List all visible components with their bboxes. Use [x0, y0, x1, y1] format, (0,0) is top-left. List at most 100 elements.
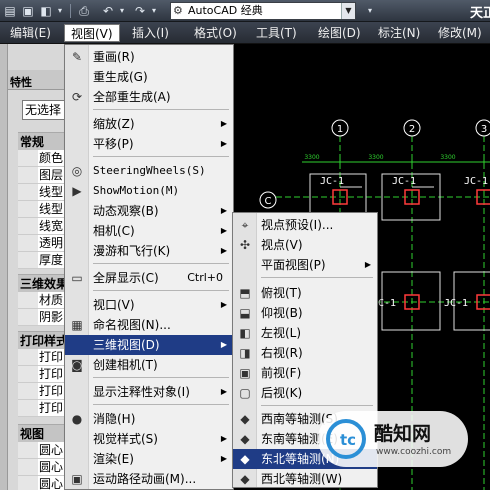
menu-right-view[interactable]: ◨ 右视(R): [233, 343, 377, 363]
menu-motion-path[interactable]: ▣ 运动路径动画(M)...: [65, 469, 233, 489]
front-view-icon: ▣: [239, 366, 251, 380]
chevron-down-icon[interactable]: ▼: [341, 3, 355, 19]
app-title: 天正: [470, 6, 490, 21]
menu-bar: 编辑(E) 视图(V) 插入(I) 格式(O) 工具(T) 绘图(D) 标注(N…: [0, 22, 490, 44]
open-icon[interactable]: ▤: [2, 3, 18, 19]
menu-viewports[interactable]: 视口(V) ▶: [65, 295, 233, 315]
menu-create-camera[interactable]: ◙ 创建相机(T): [65, 355, 233, 375]
menu-fullscreen[interactable]: ▭ 全屏显示(C) Ctrl+0: [65, 268, 233, 288]
menu-tools[interactable]: 工具(T): [250, 24, 303, 42]
dim-text-1: 3300: [368, 154, 383, 161]
menu-pan[interactable]: 平移(P) ▶: [65, 134, 233, 154]
menu-draw[interactable]: 绘图(D): [312, 24, 367, 42]
customize-dropdown-icon[interactable]: ▾: [362, 3, 378, 19]
submenu-arrow-icon: ▶: [220, 206, 227, 215]
viewpoint-icon: ✣: [239, 238, 251, 252]
menu-render[interactable]: 渲染(E) ▶: [65, 449, 233, 469]
footing-label-1: JC-1: [320, 176, 344, 187]
palette-title: 特性: [10, 76, 32, 89]
menu-viewpoint-presets[interactable]: ⌖ 视点预设(I)...: [233, 215, 377, 235]
properties-palette: 特性 无选择 常规 颜色 图层 线型 线型 线宽 透明 厚度 三维效果 材质 阴…: [0, 44, 72, 490]
menu-view[interactable]: 视图(V): [64, 24, 120, 42]
footing-label-2: JC-1: [392, 176, 416, 187]
menu-redraw[interactable]: ✎ 重画(R): [65, 47, 233, 67]
submenu-arrow-icon: ▶: [220, 246, 227, 255]
submenu-arrow-icon: ▶: [220, 119, 227, 128]
redo-dropdown-icon[interactable]: ▾: [146, 3, 162, 19]
menu-regen[interactable]: 重生成(G): [65, 67, 233, 87]
coozhi-logo-icon: tc: [326, 419, 366, 459]
menu-visual-styles[interactable]: 视觉样式(S) ▶: [65, 429, 233, 449]
ne-iso-icon: ◆: [240, 452, 250, 466]
se-iso-icon: ◆: [240, 432, 250, 446]
undo-dropdown-icon[interactable]: ▾: [114, 3, 130, 19]
axis-label-1: 1: [337, 124, 343, 135]
title-bar: ▤ ▣ ◧ ▾ ⎙ ↶ ▾ ↷ ▾ ⚙ AutoCAD 经典 ▼ ▾ 天正: [0, 0, 490, 22]
fullscreen-icon: ▭: [71, 271, 83, 285]
submenu-arrow-icon: ▶: [220, 387, 227, 396]
steering-wheel-icon: ◎: [71, 164, 83, 178]
menu-steeringwheels[interactable]: ◎ SteeringWheels(S): [65, 161, 233, 181]
menu-zoom[interactable]: 缩放(Z) ▶: [65, 114, 233, 134]
viewpoint-preset-icon: ⌖: [241, 218, 249, 232]
menu-insert[interactable]: 插入(I): [126, 24, 175, 42]
menu-regen-all[interactable]: ⟳ 全部重生成(A): [65, 87, 233, 107]
dim-text-2: 3300: [440, 154, 455, 161]
submenu-arrow-icon: ▶: [364, 260, 371, 269]
save-icon[interactable]: ▣: [20, 3, 36, 19]
dim-text-3: 3300: [304, 154, 319, 161]
named-view-icon: ▦: [71, 318, 83, 332]
axis-label-2: 2: [409, 124, 415, 135]
menu-edit[interactable]: 编辑(E): [4, 24, 57, 42]
submenu-arrow-icon: ▶: [220, 300, 227, 309]
menu-viewpoint[interactable]: ✣ 视点(V): [233, 235, 377, 255]
menu-modify[interactable]: 修改(M): [432, 24, 488, 42]
footing-label-5: JC-1: [464, 176, 488, 187]
menu-camera[interactable]: 相机(C) ▶: [65, 221, 233, 241]
menu-back-view[interactable]: ▢ 后视(K): [233, 383, 377, 403]
menu-named-views[interactable]: ▦ 命名视图(N)...: [65, 315, 233, 335]
left-view-icon: ◧: [239, 326, 251, 340]
menu-walk-fly[interactable]: 漫游和飞行(K) ▶: [65, 241, 233, 261]
right-view-icon: ◨: [239, 346, 251, 360]
menu-dimension[interactable]: 标注(N): [372, 24, 426, 42]
print-icon[interactable]: ⎙: [76, 3, 92, 19]
axis-label-3: 3: [481, 124, 487, 135]
nw-iso-icon: ◆: [240, 472, 250, 486]
view-menu: ✎ 重画(R) 重生成(G) ⟳ 全部重生成(A) 缩放(Z) ▶ 平移(P) ▶ ◎ S…: [64, 44, 234, 490]
watermark-text: 酷知网: [374, 423, 432, 445]
menu-orbit[interactable]: 动态观察(B) ▶: [65, 201, 233, 221]
gear-icon: ⚙: [173, 4, 183, 17]
menu-top-view[interactable]: ⬒ 俯视(T): [233, 283, 377, 303]
submenu-arrow-icon: ▶: [220, 226, 227, 235]
workspace-select[interactable]: ⚙ AutoCAD 经典 ▼: [170, 2, 356, 20]
menu-left-view[interactable]: ◧ 左视(L): [233, 323, 377, 343]
redraw-icon: ✎: [71, 50, 83, 64]
submenu-arrow-icon: ▶: [220, 340, 227, 349]
menu-3d-views[interactable]: 三维视图(D) ▶: [65, 335, 233, 355]
menu-nw-isometric[interactable]: ◆ 西北等轴测(W): [233, 469, 377, 489]
hide-icon: ●: [71, 412, 83, 426]
camera-icon: ◙: [71, 358, 83, 372]
top-view-icon: ⬒: [239, 286, 251, 300]
bottom-view-icon: ⬓: [239, 306, 251, 320]
axis-label-c: C: [265, 196, 272, 207]
menu-plan-view[interactable]: 平面视图(P) ▶: [233, 255, 377, 275]
menu-format[interactable]: 格式(O): [188, 24, 243, 42]
submenu-arrow-icon: ▶: [220, 139, 227, 148]
menu-front-view[interactable]: ▣ 前视(F): [233, 363, 377, 383]
motion-path-icon: ▣: [71, 472, 83, 486]
menu-hide[interactable]: ● 消隐(H): [65, 409, 233, 429]
regen-all-icon: ⟳: [71, 90, 83, 104]
menu-showmotion[interactable]: ▶ ShowMotion(M): [65, 181, 233, 201]
workspace-value: AutoCAD 经典: [188, 4, 263, 17]
back-view-icon: ▢: [239, 386, 251, 400]
menu-annotative-objects[interactable]: 显示注释性对象(I) ▶: [65, 382, 233, 402]
sw-iso-icon: ◆: [240, 412, 250, 426]
dropdown-icon[interactable]: ▾: [52, 3, 68, 19]
palette-grip[interactable]: [0, 44, 8, 490]
submenu-arrow-icon: ▶: [220, 454, 227, 463]
watermark-url: www.coozhi.com: [376, 447, 452, 457]
footing-label-4: JC-1: [444, 298, 468, 309]
menu-bottom-view[interactable]: ⬓ 仰视(B): [233, 303, 377, 323]
